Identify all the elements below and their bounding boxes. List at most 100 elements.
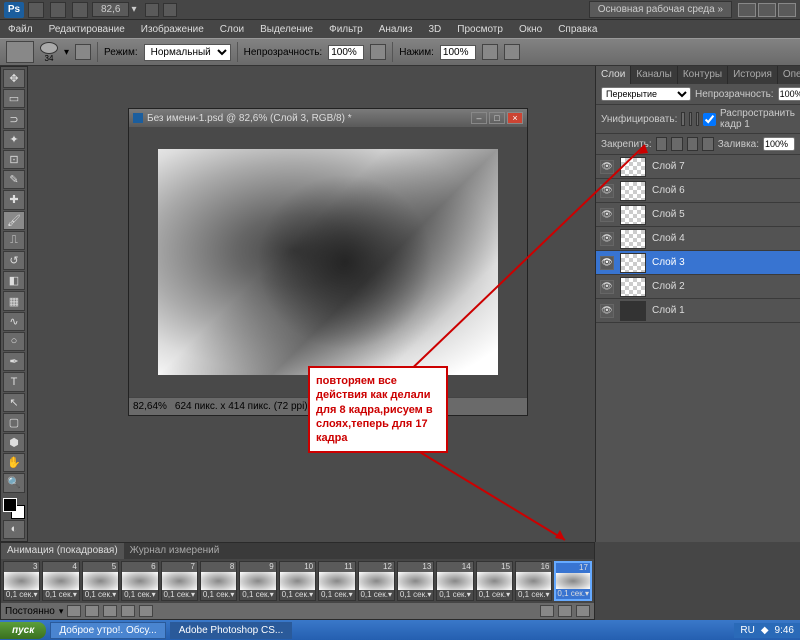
frame-12[interactable]: 120,1 сек.▾ (358, 561, 395, 601)
frame-delay[interactable]: 0,1 сек.▾ (83, 590, 118, 600)
tab-layers[interactable]: Слои (596, 66, 631, 84)
frame-3[interactable]: 30,1 сек.▾ (3, 561, 40, 601)
doc-close-icon[interactable]: × (507, 112, 523, 124)
frame-delay[interactable]: 0,1 сек.▾ (437, 590, 472, 600)
brush-preview-icon[interactable] (40, 42, 58, 54)
dodge-tool[interactable]: ○ (3, 332, 25, 351)
menu-window[interactable]: Окно (515, 22, 546, 37)
zoom-tool-icon[interactable] (163, 3, 177, 17)
healing-tool[interactable]: ✚ (3, 190, 25, 209)
loop-mode[interactable]: Постоянно (5, 606, 55, 617)
frame-delay[interactable]: 0,1 сек.▾ (319, 590, 354, 600)
frame-delay[interactable]: 0,1 сек.▾ (162, 590, 197, 600)
layer-row[interactable]: 👁Слой 4 (596, 227, 800, 251)
lock-all-icon[interactable] (702, 137, 714, 151)
frame-delay[interactable]: 0,1 сек.▾ (398, 590, 433, 600)
frame-6[interactable]: 60,1 сек.▾ (121, 561, 158, 601)
lang-indicator[interactable]: RU (740, 625, 754, 636)
quickmask-tool[interactable]: ◐ (3, 520, 25, 539)
layer-row[interactable]: 👁Слой 2 (596, 275, 800, 299)
frame-15[interactable]: 150,1 сек.▾ (476, 561, 513, 601)
flow-input[interactable] (440, 45, 476, 60)
frame-11[interactable]: 110,1 сек.▾ (318, 561, 355, 601)
stamp-tool[interactable]: ⎍ (3, 231, 25, 250)
frame-delay[interactable]: 0,1 сек.▾ (43, 590, 78, 600)
frame-5[interactable]: 50,1 сек.▾ (82, 561, 119, 601)
delete-frame-icon[interactable] (576, 605, 590, 617)
hand-tool[interactable]: ✋ (3, 453, 25, 472)
brush-tool-preset-icon[interactable] (6, 41, 34, 63)
layer-row[interactable]: 👁Слой 7 (596, 155, 800, 179)
path-tool[interactable]: ↖ (3, 393, 25, 412)
layer-blend-select[interactable]: Перекрытие (601, 87, 691, 101)
brush-panel-icon[interactable] (75, 44, 91, 60)
doc-maximize-icon[interactable]: □ (489, 112, 505, 124)
frame-delay[interactable]: 0,1 сек.▾ (556, 589, 589, 599)
shape-tool[interactable]: ▢ (3, 413, 25, 432)
menu-select[interactable]: Выделение (256, 22, 317, 37)
unify-vis-icon[interactable] (689, 112, 692, 126)
new-frame-icon[interactable] (558, 605, 572, 617)
menu-filter[interactable]: Фильтр (325, 22, 367, 37)
frame-delay[interactable]: 0,1 сек.▾ (516, 590, 551, 600)
unify-style-icon[interactable] (696, 112, 699, 126)
gradient-tool[interactable]: ▦ (3, 291, 25, 310)
brush-dropdown-icon[interactable]: ▾ (64, 47, 69, 58)
tablet-pressure-icon[interactable] (504, 44, 520, 60)
frame-delay[interactable]: 0,1 сек.▾ (201, 590, 236, 600)
frame-10[interactable]: 100,1 сек.▾ (279, 561, 316, 601)
menu-analysis[interactable]: Анализ (375, 22, 417, 37)
3d-tool[interactable]: ⬢ (3, 433, 25, 452)
task-browser[interactable]: Доброе утро!. Обсу... (50, 622, 165, 639)
frame-delay[interactable]: 0,1 сек.▾ (240, 590, 275, 600)
frame-delay[interactable]: 0,1 сек.▾ (359, 590, 394, 600)
layout-icon[interactable] (50, 2, 66, 18)
workspace-switcher[interactable]: Основная рабочая среда » (589, 1, 732, 18)
frame-17[interactable]: 170,1 сек.▾ (554, 561, 591, 601)
frame-delay[interactable]: 0,1 сек.▾ (477, 590, 512, 600)
zoom-readout[interactable]: 82,6 (92, 2, 129, 17)
fill-input[interactable] (763, 137, 795, 151)
foreground-color-icon[interactable] (3, 498, 17, 512)
frame-9[interactable]: 90,1 сек.▾ (239, 561, 276, 601)
marquee-tool[interactable]: ▭ (3, 89, 25, 108)
menu-file[interactable]: Файл (4, 22, 37, 37)
visibility-icon[interactable]: 👁 (600, 160, 614, 174)
bridge-icon[interactable] (28, 2, 44, 18)
menu-view[interactable]: Просмотр (453, 22, 507, 37)
visibility-icon[interactable]: 👁 (600, 232, 614, 246)
tab-paths[interactable]: Контуры (678, 66, 728, 84)
blur-tool[interactable]: ∿ (3, 312, 25, 331)
zoom-tool[interactable]: 🔍 (3, 473, 25, 492)
menu-help[interactable]: Справка (554, 22, 601, 37)
doc-zoom[interactable]: 82,64% (133, 401, 167, 412)
play-icon[interactable] (103, 605, 117, 617)
tab-actions[interactable]: Операции (778, 66, 800, 84)
visibility-icon[interactable]: 👁 (600, 304, 614, 318)
eyedropper-tool[interactable]: ✎ (3, 170, 25, 189)
clock[interactable]: 9:46 (775, 625, 794, 636)
tab-history[interactable]: История (728, 66, 778, 84)
visibility-icon[interactable]: 👁 (600, 184, 614, 198)
tab-animation[interactable]: Анимация (покадровая) (1, 543, 124, 559)
opacity-pressure-icon[interactable] (370, 44, 386, 60)
wand-tool[interactable]: ✦ (3, 130, 25, 149)
doc-minimize-icon[interactable]: – (471, 112, 487, 124)
frame-delay[interactable]: 0,1 сек.▾ (122, 590, 157, 600)
lasso-tool[interactable]: ⊃ (3, 109, 25, 128)
lock-trans-icon[interactable] (656, 137, 668, 151)
layer-row[interactable]: 👁Слой 3 (596, 251, 800, 275)
layer-row[interactable]: 👁Слой 6 (596, 179, 800, 203)
propagate-checkbox[interactable] (703, 113, 716, 126)
frame-13[interactable]: 130,1 сек.▾ (397, 561, 434, 601)
first-frame-icon[interactable] (67, 605, 81, 617)
frame-delay[interactable]: 0,1 сек.▾ (4, 590, 39, 600)
next-frame-icon[interactable] (121, 605, 135, 617)
tab-channels[interactable]: Каналы (631, 66, 678, 84)
frame-8[interactable]: 80,1 сек.▾ (200, 561, 237, 601)
tray-icon[interactable]: ◆ (761, 625, 769, 636)
menu-layer[interactable]: Слои (216, 22, 248, 37)
minimize-icon[interactable] (738, 3, 756, 17)
visibility-icon[interactable]: 👁 (600, 208, 614, 222)
layer-row[interactable]: 👁Слой 5 (596, 203, 800, 227)
